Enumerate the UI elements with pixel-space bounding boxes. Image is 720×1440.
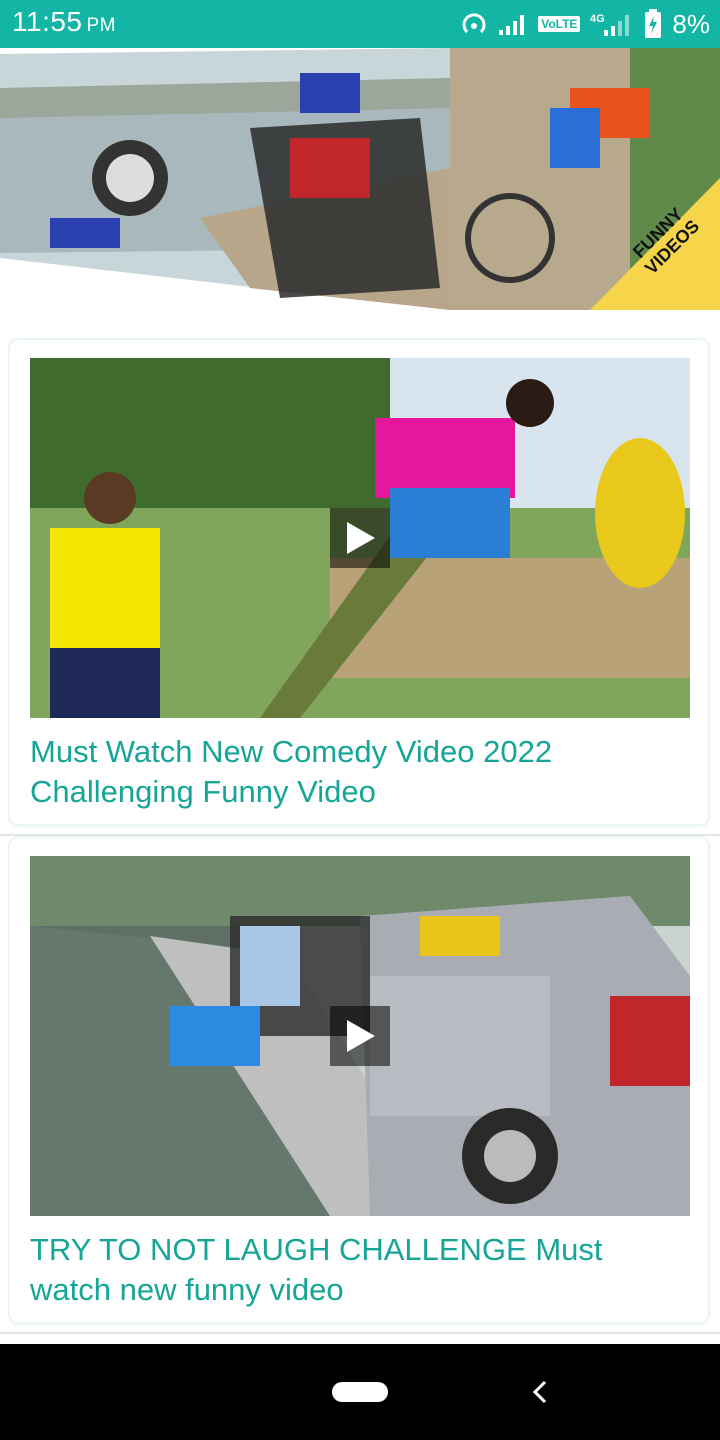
- video-card[interactable]: TRY TO NOT LAUGH CHALLENGE Must watch ne…: [10, 838, 708, 1322]
- video-card[interactable]: Must Watch New Comedy Video 2022 Challen…: [10, 340, 708, 824]
- volte-badge: VoLTE: [538, 16, 581, 32]
- svg-text:4G: 4G: [590, 13, 605, 25]
- play-button[interactable]: [330, 1006, 390, 1066]
- play-button[interactable]: [330, 508, 390, 568]
- signal-icon: [499, 15, 525, 35]
- banner-image-left: [0, 48, 450, 310]
- battery-percent: 8%: [672, 8, 710, 39]
- status-bar: 11:55 PM VoLTE 4G 8%: [0, 0, 720, 48]
- banner-image-right: [450, 48, 720, 310]
- status-ampm: PM: [86, 15, 116, 36]
- header-banner: FUNNY VIDEOS: [0, 48, 720, 310]
- play-icon: [347, 522, 375, 554]
- back-chevron-icon[interactable]: [528, 1378, 552, 1406]
- video-title[interactable]: TRY TO NOT LAUGH CHALLENGE Must watch ne…: [30, 1230, 690, 1310]
- signal-4g-icon: 4G: [590, 13, 630, 36]
- play-icon: [347, 1020, 375, 1052]
- video-title[interactable]: Must Watch New Comedy Video 2022 Challen…: [30, 732, 690, 812]
- system-nav-bar: [0, 1344, 720, 1440]
- card-divider: [0, 834, 720, 836]
- status-time: 11:55 PM: [12, 6, 116, 38]
- status-clock: 11:55: [12, 6, 83, 37]
- battery-charging-icon: [645, 9, 662, 38]
- status-icons: VoLTE 4G 8%: [460, 8, 710, 40]
- hotspot-icon: [462, 13, 486, 34]
- home-pill-icon[interactable]: [332, 1382, 388, 1402]
- card-divider: [0, 1332, 720, 1334]
